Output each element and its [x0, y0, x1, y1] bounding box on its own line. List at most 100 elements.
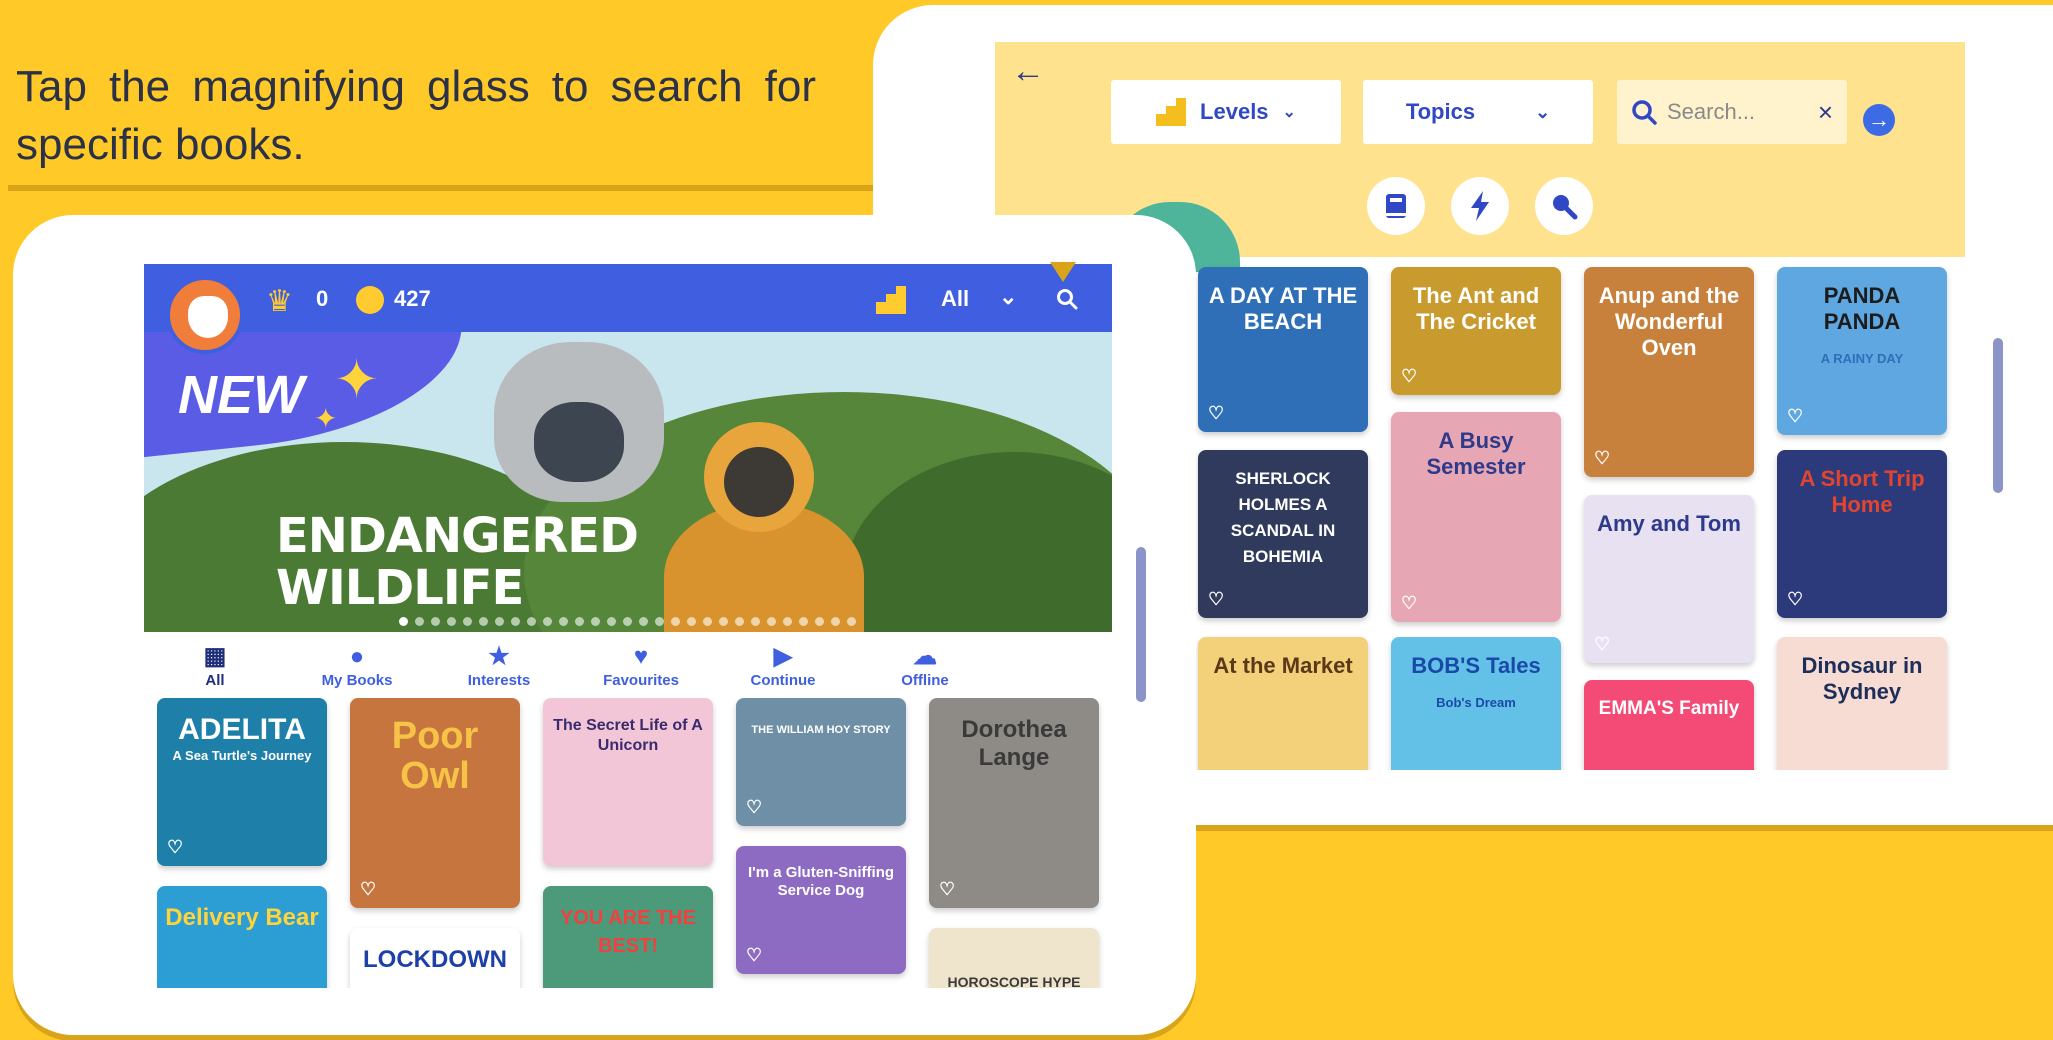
book-card[interactable]: ADELITA A Sea Turtle's Journey ♡ [157, 698, 327, 866]
book-icon[interactable] [1367, 177, 1425, 235]
book-card[interactable]: LOCKDOWN [350, 928, 520, 988]
levels-label: Levels [1200, 99, 1269, 124]
heart-icon[interactable]: ♡ [1594, 634, 1610, 655]
carousel-dots[interactable] [399, 617, 856, 626]
heart-icon[interactable]: ♡ [1787, 589, 1803, 610]
carousel-dot[interactable] [639, 617, 648, 626]
chevron-down-icon: ⌄ [1535, 101, 1551, 122]
scrollbar[interactable] [1993, 338, 2003, 493]
search-field[interactable]: Search... × [1617, 80, 1847, 144]
scrollbar[interactable] [1136, 547, 1146, 702]
heart-icon[interactable]: ♡ [360, 879, 376, 900]
search-placeholder[interactable]: Search... [1667, 99, 1808, 125]
book-card[interactable]: BOB'S Tales Bob's Dream [1391, 637, 1561, 770]
arrow-left-icon[interactable]: ← [1011, 52, 1045, 91]
topics-dropdown[interactable]: Topics ⌄ [1363, 80, 1593, 144]
carousel-dot[interactable] [751, 617, 760, 626]
carousel-dot[interactable] [527, 617, 536, 626]
carousel-dot[interactable] [655, 617, 664, 626]
arrow-right-icon[interactable]: → [1863, 104, 1895, 136]
chevron-down-icon: ⌄ [1282, 104, 1296, 121]
heart-icon[interactable]: ♡ [746, 945, 762, 966]
carousel-dot[interactable] [623, 617, 632, 626]
book-card[interactable]: Dinosaur in Sydney [1777, 637, 1947, 770]
heart-icon: ♥ [633, 643, 649, 670]
carousel-dot[interactable] [767, 617, 776, 626]
lightning-icon[interactable] [1451, 177, 1509, 235]
book-card[interactable]: EMMA'S Family [1584, 680, 1754, 770]
carousel-dot[interactable] [415, 617, 424, 626]
baby-monkey-face [724, 447, 794, 517]
heart-icon[interactable]: ♡ [746, 797, 762, 818]
carousel-dot[interactable] [703, 617, 712, 626]
banner-title: ENDANGERED WILDLIFE [276, 508, 639, 616]
levels-icon [1156, 98, 1187, 126]
book-card[interactable]: THE WILLIAM HOY STORY ♡ [736, 698, 906, 826]
book-card[interactable]: At the Market [1198, 637, 1368, 770]
sparkle-icon: ✦ [314, 403, 338, 434]
close-icon[interactable]: × [1818, 97, 1833, 128]
book-card[interactable]: A DAY AT THE BEACH ♡ [1198, 267, 1368, 432]
carousel-dot[interactable] [495, 617, 504, 626]
search-icon [1632, 100, 1657, 125]
carousel-dot[interactable] [463, 617, 472, 626]
carousel-dot[interactable] [543, 617, 552, 626]
top-bar: ♛ 0 427 All ⌄ [144, 264, 1112, 332]
book-card[interactable]: The Ant and The Cricket ♡ [1391, 267, 1561, 395]
carousel-dot[interactable] [847, 617, 856, 626]
carousel-dot[interactable] [559, 617, 568, 626]
book-card[interactable]: Poor Owl ♡ [350, 698, 520, 908]
heart-icon[interactable]: ♡ [939, 879, 955, 900]
book-card[interactable]: HOROSCOPE HYPE [929, 928, 1099, 988]
instruction-text: Tap the magnifying glass to search for s… [16, 62, 816, 169]
book-card[interactable]: A Busy Semester ♡ [1391, 412, 1561, 622]
book-card[interactable]: Anup and the Wonderful Oven ♡ [1584, 267, 1754, 477]
search-icon[interactable] [1056, 288, 1078, 310]
heart-icon[interactable]: ♡ [1787, 406, 1803, 427]
book-card[interactable]: SHERLOCK HOLMES A SCANDAL IN BOHEMIA ♡ [1198, 450, 1368, 618]
featured-banner[interactable]: NEW ✦ ✦ ENDANGERED WILDLIFE [144, 332, 1112, 632]
carousel-dot[interactable] [831, 617, 840, 626]
search-icon[interactable] [1535, 177, 1593, 235]
carousel-dot[interactable] [719, 617, 728, 626]
callout-arrowhead [1050, 262, 1076, 282]
chevron-down-icon[interactable]: ⌄ [999, 284, 1017, 310]
book-card[interactable]: Delivery Bear [157, 886, 327, 988]
heart-icon[interactable]: ♡ [167, 837, 183, 858]
heart-icon[interactable]: ♡ [1401, 593, 1417, 614]
avatar[interactable] [166, 276, 244, 354]
carousel-dot[interactable] [591, 617, 600, 626]
book-card[interactable]: A Short Trip Home ♡ [1777, 450, 1947, 618]
carousel-dot[interactable] [607, 617, 616, 626]
carousel-dot[interactable] [575, 617, 584, 626]
carousel-dot[interactable] [687, 617, 696, 626]
carousel-dot[interactable] [479, 617, 488, 626]
crown-count: 0 [316, 286, 329, 311]
carousel-dot[interactable] [431, 617, 440, 626]
carousel-dot[interactable] [783, 617, 792, 626]
heart-icon[interactable]: ♡ [1208, 589, 1224, 610]
book-card[interactable]: YOU ARE THE BEST! [543, 886, 713, 988]
book-card[interactable]: I'm a Gluten-Sniffing Service Dog ♡ [736, 846, 906, 974]
carousel-dot[interactable] [399, 617, 408, 626]
levels-dropdown[interactable]: Levels ⌄ [1111, 80, 1341, 144]
carousel-dot[interactable] [671, 617, 680, 626]
book-card[interactable]: The Secret Life of A Unicorn [543, 698, 713, 866]
carousel-dot[interactable] [735, 617, 744, 626]
carousel-dot[interactable] [799, 617, 808, 626]
heart-icon[interactable]: ♡ [1208, 403, 1224, 424]
fox-face [188, 296, 228, 338]
sparkle-icon: ✦ [334, 350, 380, 410]
book-card[interactable]: Dorothea Lange ♡ [929, 698, 1099, 908]
carousel-dot[interactable] [815, 617, 824, 626]
book-card[interactable]: Amy and Tom ♡ [1584, 495, 1754, 663]
carousel-dot[interactable] [511, 617, 520, 626]
heart-icon[interactable]: ♡ [1594, 448, 1610, 469]
book-card[interactable]: PANDA PANDA A RAINY DAY ♡ [1777, 267, 1947, 435]
play-icon: ▶ [773, 643, 793, 670]
book-list: ADELITA A Sea Turtle's Journey ♡ Poor Owl ♡… [157, 698, 1125, 988]
heart-icon[interactable]: ♡ [1401, 366, 1417, 387]
crown-icon: ♛ [266, 285, 293, 318]
carousel-dot[interactable] [447, 617, 456, 626]
level-filter-label[interactable]: All [941, 286, 969, 312]
